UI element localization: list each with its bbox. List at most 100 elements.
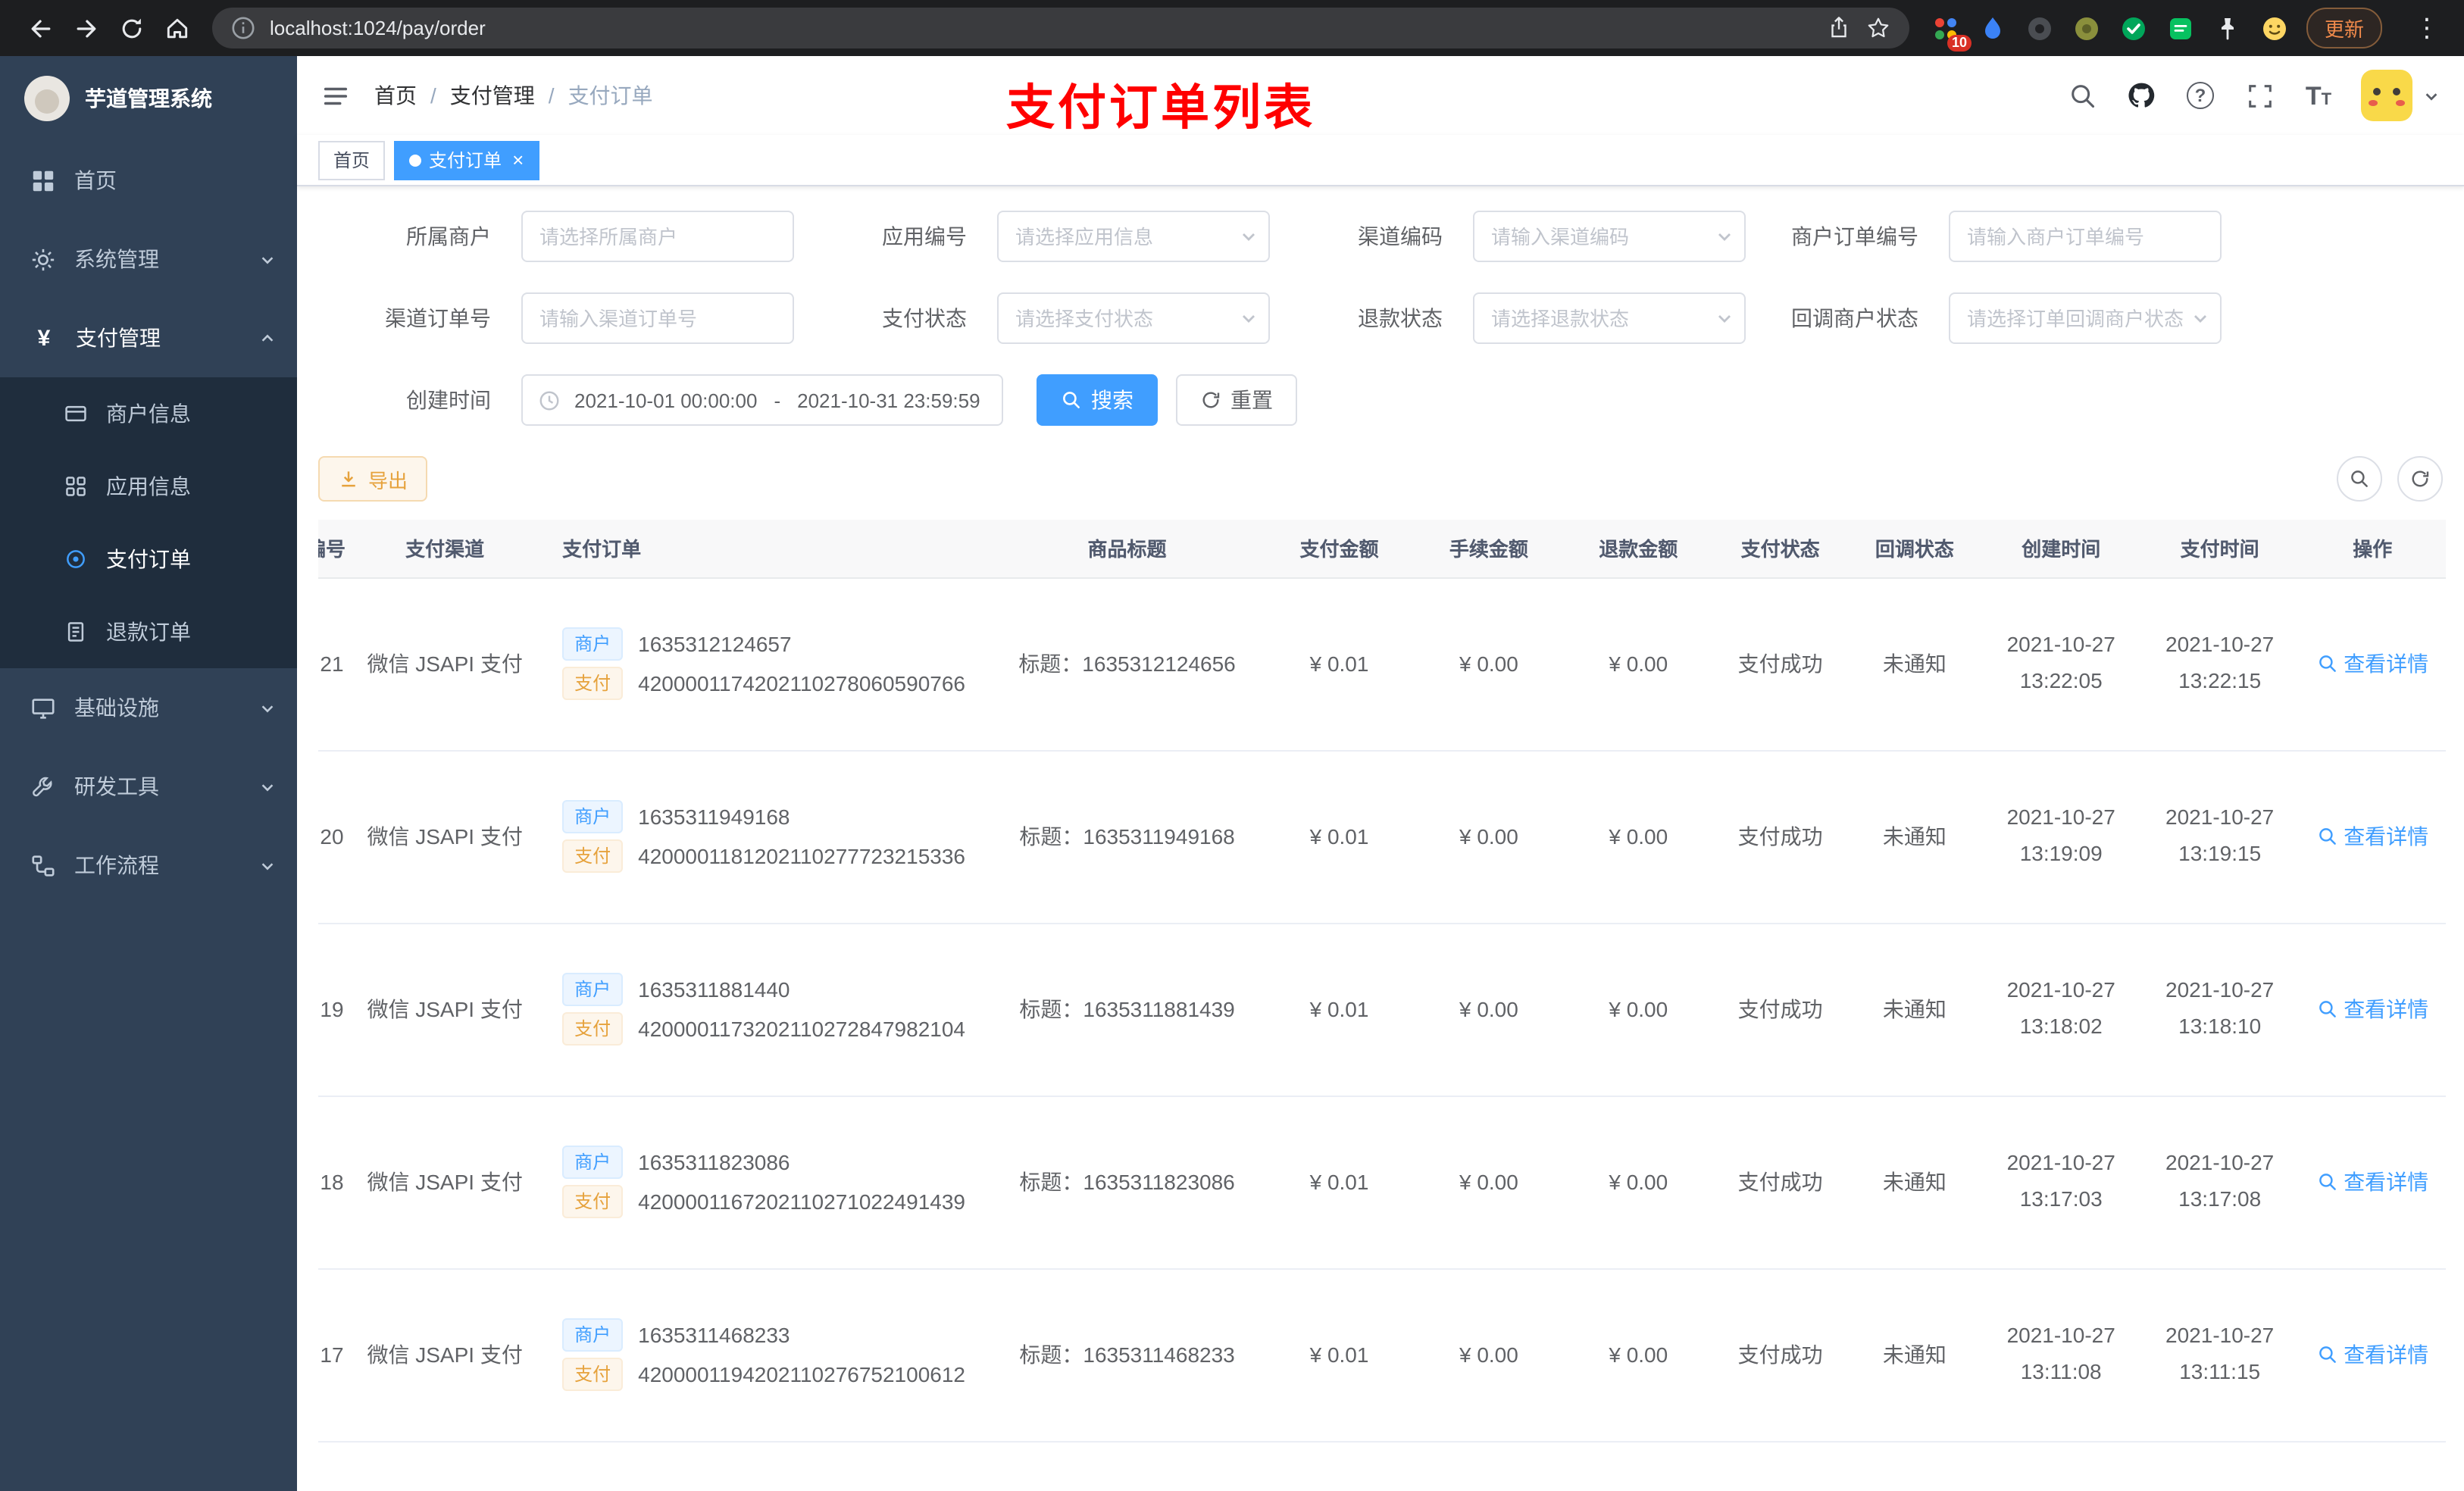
app-id-select[interactable] <box>997 211 1270 262</box>
notify-status-input[interactable] <box>1967 307 2208 330</box>
breadcrumb-payment[interactable]: 支付管理 <box>450 80 535 111</box>
column-header: 创建时间 <box>1981 520 2140 578</box>
view-detail-link[interactable]: 查看详情 <box>2316 821 2428 852</box>
column-header: 编号 <box>318 520 346 578</box>
app-id-input[interactable] <box>1015 225 1256 248</box>
merchant-select[interactable] <box>521 211 794 262</box>
sidebar-item-merchant-info[interactable]: 商户信息 <box>0 377 297 450</box>
search-icon[interactable] <box>2065 79 2099 112</box>
user-avatar <box>2361 70 2412 121</box>
fullscreen-icon[interactable] <box>2243 79 2276 112</box>
refresh-table-button[interactable] <box>2397 456 2443 502</box>
channel-order-no-field[interactable] <box>521 292 794 344</box>
merchant-input[interactable] <box>539 225 780 248</box>
olive-circle-extension-icon[interactable] <box>2072 13 2102 43</box>
action-cell: 查看详情 <box>2299 1096 2446 1269</box>
sidebar-item-home[interactable]: 首页 <box>0 141 297 220</box>
pay-order-cell: 商户 1635311949168 支付 42000011812021102777… <box>544 750 990 924</box>
hamburger-icon[interactable] <box>321 81 350 110</box>
view-detail-link[interactable]: 查看详情 <box>2316 1167 2428 1197</box>
chevron-down-icon <box>259 857 276 874</box>
dark-circle-extension-icon[interactable] <box>2025 13 2055 43</box>
browser-home-icon[interactable] <box>155 5 200 51</box>
notify-status-select[interactable] <box>1949 292 2222 344</box>
sidebar-item-pay-order[interactable]: 支付订单 <box>0 523 297 595</box>
font-size-icon[interactable]: TT <box>2302 79 2335 112</box>
chevron-down-icon <box>259 251 276 267</box>
active-dot <box>409 154 422 166</box>
bookmark-star-icon[interactable] <box>1865 15 1891 41</box>
view-detail-link[interactable]: 查看详情 <box>2316 649 2428 679</box>
pay-order-cell: 商户 1635312124657 支付 42000011742021102780… <box>544 577 990 751</box>
pay-status-select[interactable] <box>997 292 1270 344</box>
channel-order-no-input[interactable] <box>539 307 780 330</box>
refund-status-input[interactable] <box>1491 307 1732 330</box>
user-menu[interactable] <box>2361 70 2440 121</box>
column-header: 支付订单 <box>544 520 990 578</box>
sidebar-item-system[interactable]: 系统管理 <box>0 220 297 299</box>
profile-emoji-icon[interactable] <box>2259 13 2290 43</box>
filter-label: 所属商户 <box>406 224 491 248</box>
document-icon <box>67 622 84 642</box>
tab-pay-order[interactable]: 支付订单 × <box>394 140 539 180</box>
reset-button-label: 重置 <box>1230 388 1273 412</box>
table-header-row: 编号支付渠道支付订单商品标题支付金额手续金额退款金额支付状态回调状态创建时间支付… <box>318 520 2446 578</box>
page-header: 首页 / 支付管理 / 支付订单 支付订单列表 ? TT <box>297 56 2464 135</box>
sidebar-item-refund-order[interactable]: 退款订单 <box>0 595 297 668</box>
sidebar-item-dev-tools[interactable]: 研发工具 <box>0 747 297 826</box>
merchant-order-no-field[interactable] <box>1949 211 2222 262</box>
drop-extension-icon[interactable] <box>1978 13 2008 43</box>
browser-update-button[interactable]: 更新 <box>2306 8 2383 48</box>
fee-amount-cell: ¥ 0.00 <box>1414 1268 1564 1442</box>
address-bar[interactable]: localhost:1024/pay/order <box>212 8 1909 48</box>
browser-reload-icon[interactable] <box>109 5 155 51</box>
browser-back-icon[interactable] <box>18 5 64 51</box>
chat-extension-icon[interactable] <box>2165 13 2196 43</box>
sidebar-item-infra[interactable]: 基础设施 <box>0 668 297 747</box>
pay-amount-cell: ¥ 0.01 <box>1264 923 1415 1096</box>
sidebar-item-label: 首页 <box>74 168 117 192</box>
refund-status-select[interactable] <box>1473 292 1746 344</box>
pay-time-cell: 2021-10-27 13:22:15 <box>2140 577 2300 751</box>
sidebar-item-payment[interactable]: ¥ 支付管理 <box>0 299 297 377</box>
channel-code-select[interactable] <box>1473 211 1746 262</box>
site-info-icon[interactable] <box>230 15 256 41</box>
extensions-grid-icon[interactable]: 10 <box>1931 13 1972 51</box>
breadcrumb-home[interactable]: 首页 <box>374 80 417 111</box>
view-detail-link[interactable]: 查看详情 <box>2316 994 2428 1024</box>
notify-status-cell: 未通知 <box>1847 1096 1982 1269</box>
channel-code-input[interactable] <box>1491 225 1732 248</box>
sidebar-item-app-info[interactable]: 应用信息 <box>0 450 297 523</box>
view-detail-link[interactable]: 查看详情 <box>2316 1339 2428 1370</box>
github-icon[interactable] <box>2125 79 2158 112</box>
browser-menu-icon[interactable]: ⋮ <box>2414 13 2440 43</box>
browser-forward-icon[interactable] <box>64 5 109 51</box>
merchant-tag: 商户 <box>562 1146 624 1179</box>
share-icon[interactable] <box>1826 15 1852 41</box>
column-header: 支付状态 <box>1712 520 1848 578</box>
sidebar-item-workflow[interactable]: 工作流程 <box>0 826 297 905</box>
pin-icon[interactable] <box>2212 13 2243 43</box>
pay-status-cell: 支付成功 <box>1712 923 1848 1096</box>
help-icon[interactable]: ? <box>2184 79 2217 112</box>
tab-home[interactable]: 首页 <box>318 140 386 180</box>
pay-channel-cell: 微信 JSAPI 支付 <box>346 1268 545 1442</box>
product-title-cell: 标题：1635311881439 <box>990 923 1265 1096</box>
browser-chrome: localhost:1024/pay/order 10 更新 ⋮ <box>0 0 2464 56</box>
close-icon[interactable]: × <box>512 150 524 170</box>
search-button[interactable]: 搜索 <box>1037 374 1158 426</box>
fee-amount-cell: ¥ 0.00 <box>1414 923 1564 1096</box>
toggle-search-button[interactable] <box>2337 456 2382 502</box>
filter-channel-order-no: 渠道订单号 <box>318 292 794 344</box>
pay-status-cell <box>1712 1441 1848 1491</box>
merchant-order-no-input[interactable] <box>1967 225 2208 248</box>
reset-button[interactable]: 重置 <box>1176 374 1297 426</box>
fee-amount-cell <box>1414 1441 1564 1491</box>
annotation-title: 支付订单列表 <box>1006 80 1316 135</box>
check-circle-extension-icon[interactable] <box>2118 13 2149 43</box>
yen-icon: ¥ <box>37 325 51 351</box>
export-button[interactable]: 导出 <box>318 456 428 502</box>
pay-status-input[interactable] <box>1015 307 1256 330</box>
filter-label: 回调商户状态 <box>1791 306 1918 330</box>
create-time-range-input[interactable]: 2021-10-01 00:00:00 - 2021-10-31 23:59:5… <box>521 374 1003 426</box>
